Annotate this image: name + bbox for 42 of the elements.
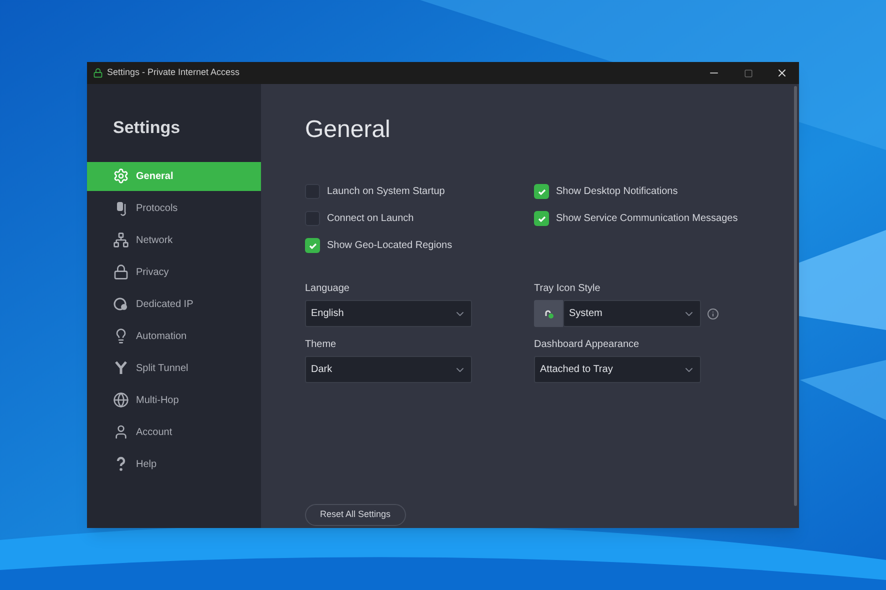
field-label: Dashboard Appearance <box>534 338 640 352</box>
dropdown[interactable]: English <box>305 300 472 327</box>
checkbox[interactable] <box>534 184 549 199</box>
reset-button[interactable]: Reset All Settings <box>305 504 406 526</box>
checkbox[interactable] <box>534 211 549 226</box>
sidebar-item[interactable]: Protocols <box>87 194 261 222</box>
sidebar-item[interactable]: Network <box>87 226 261 254</box>
field-label: Tray Icon Style <box>534 282 602 296</box>
sidebar-title: Settings <box>113 117 182 139</box>
field-label: Language <box>305 282 350 296</box>
checkbox-label: Launch on System Startup <box>327 185 445 199</box>
checkbox-label: Show Service Communication Messages <box>556 212 738 226</box>
info-icon <box>707 308 719 320</box>
sidebar-item[interactable]: Split Tunnel <box>87 354 261 382</box>
dropdown[interactable]: Dark <box>305 356 472 383</box>
network-icon <box>113 232 129 248</box>
maximize-icon <box>744 68 752 78</box>
fork-icon <box>113 360 129 376</box>
sidebar-item[interactable]: Automation <box>87 322 261 350</box>
field-label: Theme <box>305 338 338 352</box>
checkmark-icon <box>536 214 546 224</box>
checkbox-label: Show Geo-Located Regions <box>327 239 452 253</box>
checkbox-label: Connect on Launch <box>327 212 414 226</box>
sidebar-item[interactable]: Privacy <box>87 258 261 286</box>
lock-icon <box>93 68 103 78</box>
sidebar-item[interactable]: Multi-Hop <box>87 386 261 414</box>
close-icon <box>776 67 788 79</box>
sidebar-item[interactable]: Account <box>87 418 261 446</box>
checkmark-icon <box>308 240 318 250</box>
checkbox[interactable] <box>305 238 320 253</box>
checkbox-label: Show Desktop Notifications <box>556 185 678 199</box>
user-icon <box>113 424 129 440</box>
window-title: Settings - Private Internet Access <box>107 66 240 80</box>
page-title: General <box>305 115 392 145</box>
dropdown[interactable]: System <box>563 300 701 327</box>
globe-icon <box>113 392 129 408</box>
sidebar-item[interactable]: Help <box>87 450 261 478</box>
sidebar-item[interactable]: Dedicated IP <box>87 290 261 318</box>
checkmark-icon <box>536 186 546 196</box>
gear-icon <box>113 168 129 184</box>
dropdown[interactable]: Attached to Tray <box>534 356 701 383</box>
lock-icon <box>113 264 129 280</box>
